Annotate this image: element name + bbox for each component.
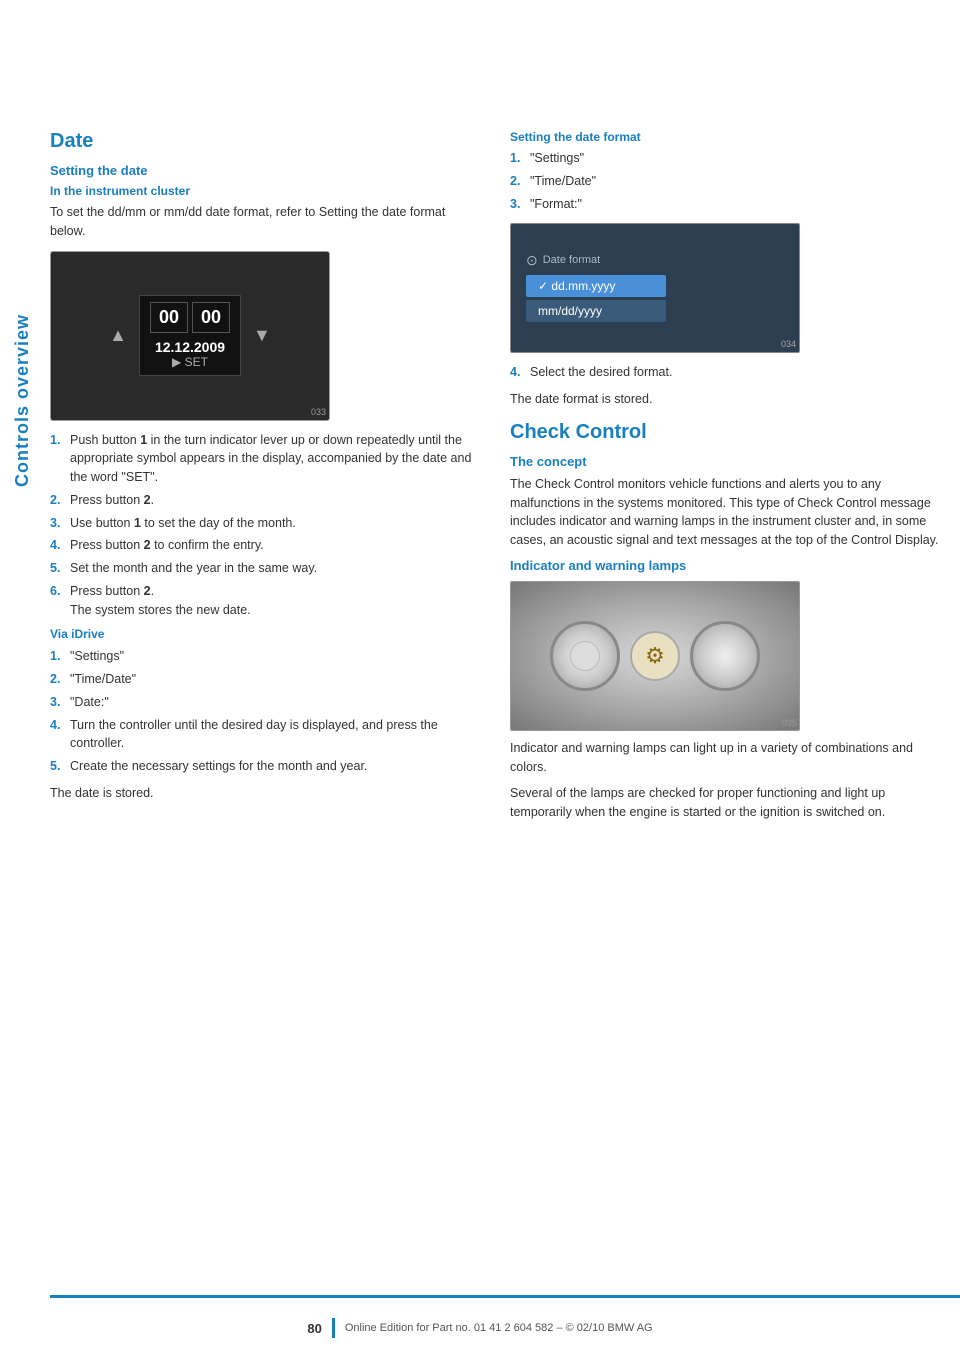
date-instrument-image-container: ▲ 00 00 12.12.2009 ▶ SET [50,251,330,421]
date-display-set: ▶ SET [172,355,208,369]
list-item: 3. "Format:" [510,195,940,214]
right-column: Setting the date format 1. "Settings" 2.… [510,130,940,1278]
setting-date-title: Setting the date [50,163,480,178]
format-steps-list: 1. "Settings" 2. "Time/Date" 3. "Format:… [510,149,940,213]
date-format-inner: ⊙ Date format ✓ dd.mm.yyyy mm/dd/yyyy [511,224,799,352]
via-idrive-steps-list: 1. "Settings" 2. "Time/Date" 3. "Date:" … [50,647,480,776]
format-option-mmddyyyy: mm/dd/yyyy [526,300,666,322]
date-format-image: ⊙ Date format ✓ dd.mm.yyyy mm/dd/yyyy 03… [510,223,800,353]
indicator-text1: Indicator and warning lamps can light up… [510,739,940,777]
footer-text: Online Edition for Part no. 01 41 2 604 … [345,1322,653,1334]
list-item: 3. "Date:" [50,693,480,712]
sidebar-text: Controls overview [12,313,33,486]
left-column: Date Setting the date In the instrument … [50,130,480,1278]
concept-title: The concept [510,454,940,469]
date-format-image-container: ⊙ Date format ✓ dd.mm.yyyy mm/dd/yyyy 03… [510,223,800,353]
list-item: 5. Set the month and the year in the sam… [50,559,480,578]
list-item: 3. Use button 1 to set the day of the mo… [50,514,480,533]
list-item: 1. "Settings" [50,647,480,666]
instrument-cluster-subtitle: In the instrument cluster [50,184,480,198]
image-caption-left: 033 [311,407,326,417]
main-content: Date Setting the date In the instrument … [50,130,940,1278]
date-instrument-image: ▲ 00 00 12.12.2009 ▶ SET [50,251,330,421]
sidebar-label: Controls overview [0,150,45,650]
footer: 80 Online Edition for Part no. 01 41 2 6… [0,1318,960,1338]
list-item: 5. Create the necessary settings for the… [50,757,480,776]
cluster-inner: ⚙ [511,582,799,730]
instrument-steps-list: 1. Push button 1 in the turn indicator l… [50,431,480,620]
instrument-cluster-text: To set the dd/mm or mm/dd date format, r… [50,203,480,241]
date-section-title: Date [50,130,480,153]
speed-gauge [550,621,620,691]
image-caption-cluster: 035 [782,718,797,728]
concept-text: The Check Control monitors vehicle funct… [510,475,940,550]
inst-panel: ▲ 00 00 12.12.2009 ▶ SET [51,252,329,420]
format-header: ⊙ Date format [526,252,600,269]
center-display: ⚙ [630,631,680,681]
cluster-image: ⚙ 035 [510,581,800,731]
indicator-text2: Several of the lamps are checked for pro… [510,784,940,822]
page-container: Controls overview Date Setting the date … [0,0,960,1358]
date-stored-text: The date is stored. [50,784,480,803]
list-item: 4. Turn the controller until the desired… [50,716,480,754]
setting-date-format-title: Setting the date format [510,130,940,144]
list-item: 6. Press button 2.The system stores the … [50,582,480,620]
rpm-gauge [690,621,760,691]
format-stored-text: The date format is stored. [510,390,940,409]
image-caption-right-format: 034 [781,339,796,349]
date-display-value: 12.12.2009 [155,339,225,355]
cluster-image-container: ⚙ 035 [510,581,800,731]
format-step4-list: 4. Select the desired format. [510,363,940,382]
list-item: 1. Push button 1 in the turn indicator l… [50,431,480,487]
list-item: 4. Select the desired format. [510,363,940,382]
via-idrive-title: Via iDrive [50,627,480,641]
list-item: 4. Press button 2 to confirm the entry. [50,536,480,555]
list-item: 1. "Settings" [510,149,940,168]
list-item: 2. Press button 2. [50,491,480,510]
footer-bar [332,1318,335,1338]
format-option-ddmmyyyy: ✓ dd.mm.yyyy [526,275,666,297]
page-number: 80 [307,1321,321,1336]
list-item: 2. "Time/Date" [50,670,480,689]
check-control-title: Check Control [510,421,940,444]
list-item: 2. "Time/Date" [510,172,940,191]
indicator-title: Indicator and warning lamps [510,558,940,573]
blue-bar [50,1295,960,1298]
